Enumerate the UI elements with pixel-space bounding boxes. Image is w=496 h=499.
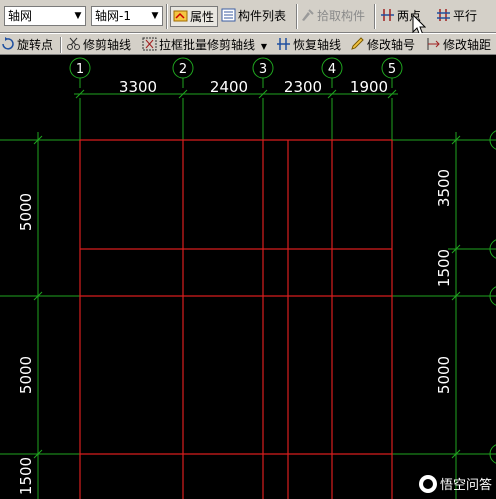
drawing-canvas[interactable]: 1 2 3 4 5 3300 2400 2300 1900 5000 5000 … <box>0 56 496 499</box>
edit-toolbar: 旋转点 修剪轴线 拉框批量修剪轴线 ▼ 恢复轴线 修改轴号 修改轴距 <box>0 33 496 55</box>
edit-axis-distance-button[interactable]: 修改轴距 <box>426 35 491 55</box>
axis-number-3: 3 <box>259 62 267 77</box>
trim-axis-label: 修剪轴线 <box>83 38 132 52</box>
top-dimensions: 3300 2400 2300 1900 <box>119 78 388 96</box>
toolbar-separator <box>296 4 298 29</box>
pick-icon <box>302 9 314 21</box>
wukong-logo-icon <box>418 474 437 493</box>
dimension-text: 5000 <box>17 356 35 394</box>
dimension-text: 1900 <box>350 78 388 96</box>
restore-axis-label: 恢复轴线 <box>293 38 342 52</box>
axis-numbers: 1 2 3 4 5 <box>76 62 396 77</box>
watermark-text: 悟空问答 <box>439 478 492 493</box>
pick-component-label: 拾取构件 <box>317 9 366 23</box>
batch-trim-icon <box>142 37 157 51</box>
dimension-text: 2300 <box>284 78 322 96</box>
batch-trim-axis-label: 拉框批量修剪轴线 <box>159 38 256 52</box>
properties-button[interactable]: 属性 <box>170 6 218 27</box>
component-instance-value: 轴网-1 <box>95 9 131 23</box>
properties-label: 属性 <box>190 10 215 24</box>
axis-grid-drawing[interactable]: 1 2 3 4 5 3300 2400 2300 1900 5000 5000 … <box>0 56 496 499</box>
dimension-text: 5000 <box>435 356 453 394</box>
component-instance-select[interactable]: 轴网-1 ▼ <box>91 6 163 26</box>
dimension-text: 3500 <box>435 169 453 207</box>
component-list-button[interactable]: 构件列表 <box>221 6 293 27</box>
trim-icon <box>67 37 80 50</box>
dimension-text: 3300 <box>119 78 157 96</box>
toolbar-separator <box>374 4 376 29</box>
rotate-icon <box>2 37 14 50</box>
edit-axis-distance-label: 修改轴距 <box>443 38 492 52</box>
axis-number-2: 2 <box>179 62 187 77</box>
axis-grid <box>79 139 393 499</box>
dimension-lines <box>0 57 496 499</box>
pick-component-button[interactable]: 拾取构件 <box>300 6 370 27</box>
chevron-down-icon[interactable]: ▼ <box>73 9 83 23</box>
pencil-icon <box>351 37 364 50</box>
watermark: 悟空问答 <box>418 474 492 493</box>
trim-axis-button[interactable]: 修剪轴线 <box>66 35 131 55</box>
main-toolbar: 轴网 ▼ 轴网-1 ▼ 属性 构件列表 拾取构件 两点 平行 <box>0 0 496 37</box>
dimension-text: 1500 <box>17 457 35 495</box>
list-icon <box>221 8 236 22</box>
edit-axis-number-button[interactable]: 修改轴号 <box>350 35 415 55</box>
edit-axis-number-label: 修改轴号 <box>367 38 416 52</box>
parallel-axis-icon <box>437 9 450 21</box>
toolbar-separator <box>166 4 168 29</box>
rotate-point-button[interactable]: 旋转点 <box>0 35 53 55</box>
component-type-value: 轴网 <box>8 9 33 23</box>
chevron-down-icon[interactable]: ▼ <box>150 9 160 23</box>
parallel-button[interactable]: 平行 <box>436 6 492 27</box>
axis-number-1: 1 <box>76 62 84 77</box>
chevron-down-icon[interactable]: ▼ <box>261 42 267 51</box>
component-list-label: 构件列表 <box>238 9 287 23</box>
axis-number-5: 5 <box>388 62 396 77</box>
axis-distance-icon <box>427 38 440 50</box>
right-dimensions: 3500 1500 5000 <box>435 169 453 394</box>
batch-trim-axis-button[interactable]: 拉框批量修剪轴线 ▼ <box>142 35 267 55</box>
component-type-select[interactable]: 轴网 ▼ <box>4 6 86 26</box>
dimension-text: 1500 <box>435 249 453 287</box>
toolbar-separator <box>60 37 62 53</box>
restore-axis-button[interactable]: 恢复轴线 <box>276 35 341 55</box>
two-points-axis-icon <box>381 9 394 21</box>
rotate-point-label: 旋转点 <box>17 38 54 52</box>
restore-axis-icon <box>277 38 290 50</box>
dimension-text: 5000 <box>17 193 35 231</box>
parallel-label: 平行 <box>453 9 478 23</box>
left-dimensions: 5000 5000 1500 <box>17 193 35 495</box>
properties-icon <box>173 10 188 22</box>
dimension-text: 2400 <box>210 78 248 96</box>
axis-number-4: 4 <box>328 62 336 77</box>
